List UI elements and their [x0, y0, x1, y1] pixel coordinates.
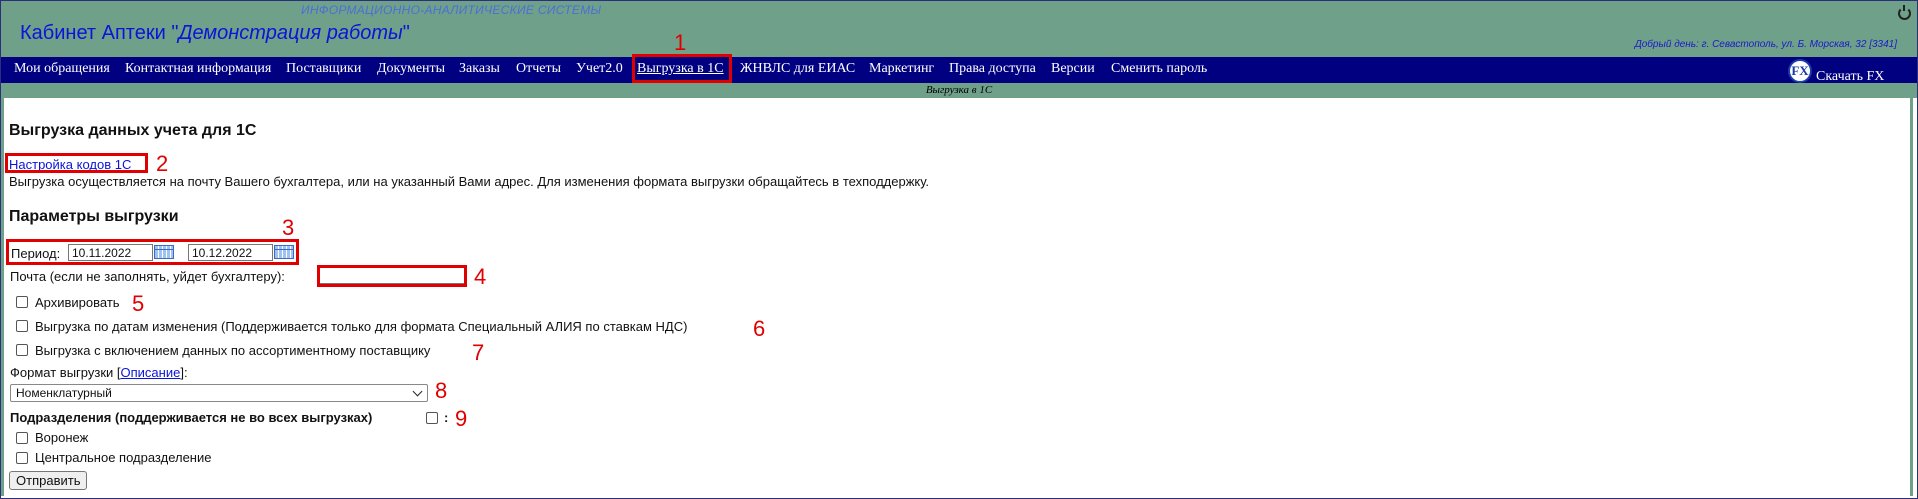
section-title-bar: Выгрузка в 1С [1, 83, 1917, 98]
annotation-number-7: 7 [472, 340, 485, 365]
nav-item-access-rights[interactable]: Права доступа [949, 61, 1036, 77]
params-heading: Параметры выгрузки [9, 208, 179, 225]
nav-item-marketing[interactable]: Маркетинг [869, 61, 934, 77]
annotation-number-5: 5 [132, 291, 145, 316]
archive-checkbox[interactable] [16, 296, 28, 308]
nav-item-accounting[interactable]: Учет2.0 [576, 61, 623, 77]
nav-item-versions[interactable]: Версии [1051, 61, 1095, 77]
nav-item-contact-info[interactable]: Контактная информация [125, 61, 271, 77]
annotation-number-4: 4 [474, 264, 487, 289]
nav-item-my-requests[interactable]: Мои обращения [14, 61, 110, 77]
brand-subtitle: ИНФОРМАЦИОННО-АНАЛИТИЧЕСКИЕ СИСТЕМЫ [301, 3, 602, 17]
greeting-text: Добрый день: г. Севастополь, ул. Б. Морс… [1634, 39, 1897, 50]
annotation-number-8: 8 [435, 378, 448, 403]
nav-item-reports[interactable]: Отчеты [516, 61, 561, 77]
annotation-number-3: 3 [282, 215, 295, 240]
annotation-box-1 [632, 54, 732, 83]
fx-logo-icon[interactable]: FX [1788, 59, 1812, 83]
annotation-number-6: 6 [753, 316, 766, 341]
subdivision-checkbox-voronezh[interactable] [16, 432, 28, 444]
assortment-label: Выгрузка с включением данных по ассортим… [35, 343, 431, 358]
assortment-checkbox[interactable] [16, 344, 28, 356]
section-heading: Выгрузка данных учета для 1С [9, 122, 257, 139]
annotation-number-1: 1 [674, 30, 687, 55]
main-nav: Мои обращения Контактная информация Пост… [1, 57, 1917, 85]
format-description-link[interactable]: Описание [121, 365, 181, 380]
subdivision-label-voronezh: Воронеж [35, 430, 89, 445]
annotation-box-2 [5, 153, 148, 173]
by-change-dates-label: Выгрузка по датам изменения (Поддерживае… [35, 319, 688, 334]
page-title: Кабинет Аптеки "Демонстрация работы" [20, 22, 410, 44]
export-note: Выгрузка осуществляется на почту Вашего … [9, 174, 930, 189]
annotation-box-3 [6, 239, 299, 265]
annotation-number-9: 9 [455, 406, 468, 431]
subdivision-label-central: Центральное подразделение [35, 450, 212, 465]
subdivisions-label: Подразделения (поддерживается не во всех… [10, 410, 373, 425]
submit-button[interactable]: Отправить [9, 471, 88, 490]
archive-label: Архивировать [35, 295, 120, 310]
by-change-dates-checkbox[interactable] [16, 320, 28, 332]
header: ИНФОРМАЦИОННО-АНАЛИТИЧЕСКИЕ СИСТЕМЫ Каби… [1, 1, 1917, 57]
subdivisions-colon: : [444, 410, 449, 425]
annotation-number-2: 2 [156, 151, 169, 176]
format-label: Формат выгрузки [Описание]: [10, 365, 188, 380]
content-panel [1, 98, 1913, 496]
nav-item-change-password[interactable]: Сменить пароль [1111, 61, 1207, 77]
download-fx[interactable]: FX Скачать FX [1788, 59, 1888, 85]
nav-item-documents[interactable]: Документы [377, 61, 445, 77]
chevron-down-icon [412, 386, 423, 397]
power-icon[interactable] [1898, 5, 1911, 20]
nav-item-zhnvls[interactable]: ЖНВЛС для ЕИАС [740, 61, 855, 77]
subdivision-checkbox-central[interactable] [16, 452, 28, 464]
annotation-box-4 [317, 265, 467, 287]
nav-item-orders[interactable]: Заказы [459, 61, 500, 77]
format-select[interactable]: Номенклатурный [10, 384, 428, 402]
subdivisions-all-checkbox[interactable] [426, 412, 438, 424]
email-label: Почта (если не заполнять, уйдет бухгалте… [10, 269, 285, 284]
nav-item-suppliers[interactable]: Поставщики [286, 61, 361, 77]
